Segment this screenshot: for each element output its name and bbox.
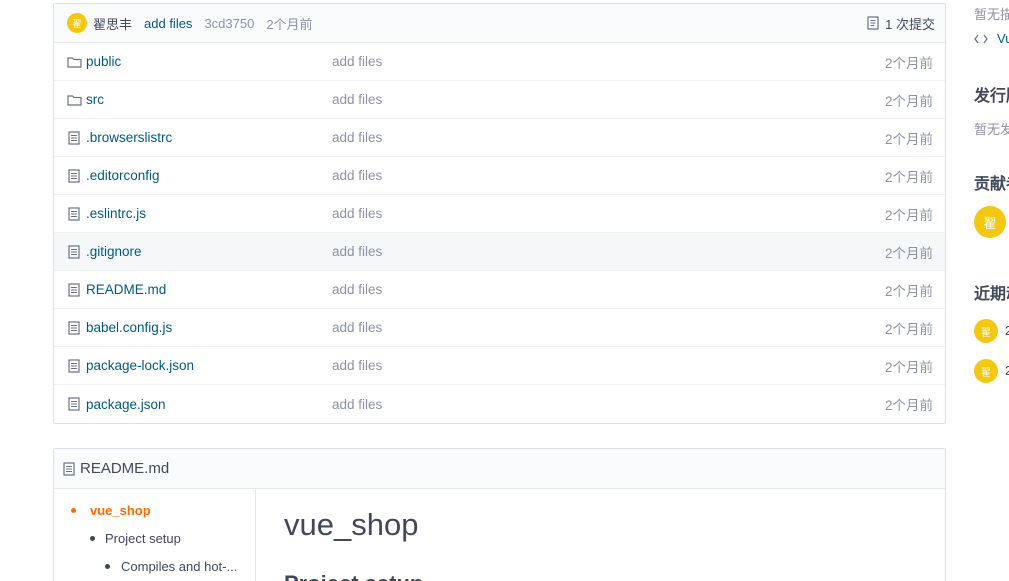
readme-heading-2: Project setup [284, 573, 423, 581]
no-description-text: 暂无描 [974, 7, 1009, 22]
file-commit-message[interactable]: add files [332, 168, 382, 183]
file-icon [66, 396, 82, 412]
file-name-link[interactable]: .browserslistrc [86, 130, 332, 145]
commit-history-icon [867, 16, 879, 30]
file-commit-message[interactable]: add files [332, 54, 382, 69]
language-link[interactable]: Vu [974, 31, 1009, 46]
readme-header: README.md [54, 449, 945, 489]
readme-panel: README.md vue_shop Project setup Compile… [53, 448, 946, 581]
commit-sha[interactable]: 3cd3750 [204, 16, 254, 31]
file-row[interactable]: .eslintrc.js add files 2个月前 [54, 195, 945, 233]
file-icon [66, 168, 82, 184]
folder-icon [66, 92, 82, 108]
no-releases-text: 暂无发 [974, 122, 1009, 137]
commit-message-link[interactable]: add files [144, 16, 192, 31]
file-commit-message[interactable]: add files [332, 282, 382, 297]
file-commit-message[interactable]: add files [332, 320, 382, 335]
file-row[interactable]: src add files 2个月前 [54, 81, 945, 119]
commit-count-label: 1 次提交 [885, 16, 935, 32]
file-row[interactable]: .browserslistrc add files 2个月前 [54, 119, 945, 157]
toc-item[interactable]: Project setup [54, 531, 255, 559]
toc-item[interactable]: Compiles and hot-... [54, 559, 255, 581]
file-row[interactable]: README.md add files 2个月前 [54, 271, 945, 309]
file-name-link[interactable]: babel.config.js [86, 320, 332, 335]
commit-time: 2个月前 [266, 16, 313, 32]
repo-sidebar: 暂无描 Vu 发行版 暂无发 贡献者 翟 近期动 翟 2 翟 2 [973, 0, 1009, 581]
file-row[interactable]: public add files 2个月前 [54, 43, 945, 81]
file-time: 2个月前 [884, 55, 933, 71]
file-time: 2个月前 [884, 398, 933, 413]
file-time: 2个月前 [884, 245, 933, 261]
file-icon [66, 282, 82, 298]
file-commit-message[interactable]: add files [332, 244, 382, 259]
file-time: 2个月前 [884, 283, 933, 299]
file-time: 2个月前 [884, 93, 933, 109]
file-name-link[interactable]: package-lock.json [86, 358, 332, 373]
file-row[interactable]: .gitignore add files 2个月前 [54, 233, 945, 271]
author-avatar[interactable]: 翟 [67, 13, 87, 33]
file-time: 2个月前 [884, 207, 933, 223]
file-name-link[interactable]: public [86, 54, 332, 69]
file-list-panel: 翟 翟思丰 add files 3cd3750 2个月前 1 次提交 publi… [53, 3, 946, 424]
language-label: Vu [997, 31, 1009, 46]
file-name-link[interactable]: package.json [86, 397, 332, 412]
file-commit-message[interactable]: add files [332, 358, 382, 373]
file-time: 2个月前 [884, 169, 933, 185]
recent-activity-title: 近期动 [974, 286, 1009, 303]
file-time: 2个月前 [884, 359, 933, 375]
latest-commit-bar: 翟 翟思丰 add files 3cd3750 2个月前 1 次提交 [54, 4, 945, 43]
file-icon [63, 461, 75, 476]
file-commit-message[interactable]: add files [332, 397, 382, 412]
file-icon [66, 206, 82, 222]
toc-item[interactable]: vue_shop [54, 503, 255, 531]
activity-text: 2 [1005, 363, 1009, 378]
file-name-link[interactable]: README.md [86, 282, 332, 297]
readme-content: vue_shop Project setup [256, 489, 423, 581]
file-row[interactable]: .editorconfig add files 2个月前 [54, 157, 945, 195]
file-row[interactable]: package-lock.json add files 2个月前 [54, 347, 945, 385]
file-name-link[interactable]: .gitignore [86, 244, 332, 259]
readme-heading-1: vue_shop [284, 507, 419, 542]
readme-toc: vue_shop Project setup Compiles and hot-… [54, 489, 256, 581]
file-icon [66, 130, 82, 146]
file-name-link[interactable]: .eslintrc.js [86, 206, 332, 221]
file-commit-message[interactable]: add files [332, 130, 382, 145]
readme-title: README.md [80, 460, 170, 477]
file-time: 2个月前 [884, 321, 933, 337]
file-commit-message[interactable]: add files [332, 92, 382, 107]
contributors-title: 贡献者 [974, 176, 1009, 193]
activity-avatar[interactable]: 翟 [974, 359, 998, 383]
contributor-avatar[interactable]: 翟 [974, 206, 1006, 238]
folder-icon [66, 54, 82, 70]
file-row[interactable]: package.json add files 2个月前 [54, 385, 945, 423]
activity-text: 2 [1005, 323, 1009, 338]
file-row[interactable]: babel.config.js add files 2个月前 [54, 309, 945, 347]
commit-count-link[interactable]: 1 次提交 [867, 14, 935, 33]
file-name-link[interactable]: src [86, 92, 332, 107]
releases-title: 发行版 [974, 88, 1009, 105]
activity-avatar[interactable]: 翟 [974, 319, 998, 343]
commit-author[interactable]: 翟思丰 [93, 14, 132, 33]
file-name-link[interactable]: .editorconfig [86, 168, 332, 183]
file-commit-message[interactable]: add files [332, 206, 382, 221]
file-icon [66, 320, 82, 336]
code-icon [974, 34, 988, 43]
file-time: 2个月前 [884, 131, 933, 147]
file-icon [66, 358, 82, 374]
file-icon [66, 244, 82, 260]
